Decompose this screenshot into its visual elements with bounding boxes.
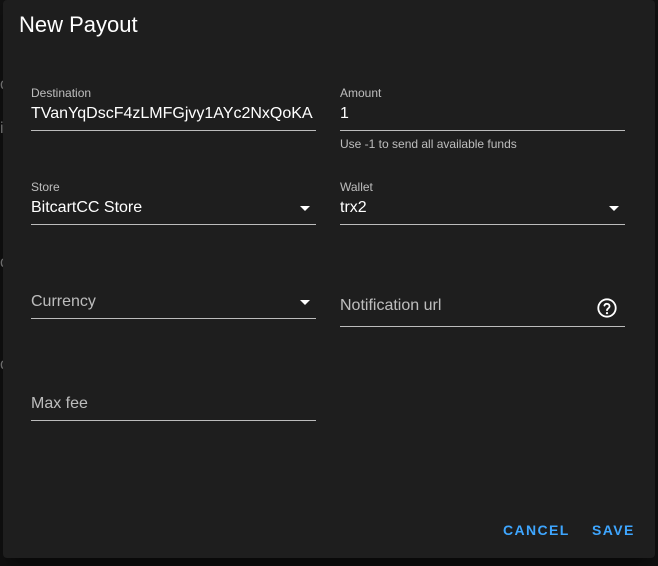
currency-placeholder: Currency [31, 293, 96, 310]
wallet-label: Wallet [340, 180, 373, 194]
amount-label: Amount [340, 86, 382, 100]
amount-helper-text: Use -1 to send all available funds [340, 137, 517, 151]
wallet-value: trx2 [340, 199, 367, 216]
notification-url-field[interactable]: Notification url [340, 292, 625, 328]
max-fee-input[interactable]: Max fee [31, 395, 88, 413]
store-underline [31, 224, 316, 225]
amount-input[interactable]: 1 [340, 105, 622, 123]
help-circle-icon[interactable] [596, 297, 618, 319]
max-fee-underline [31, 420, 316, 421]
new-payout-dialog: New Payout Destination TVanYqDscF4zLMFGj… [3, 0, 655, 558]
chevron-down-icon [300, 300, 310, 305]
amount-underline [340, 130, 625, 131]
notification-url-underline [340, 326, 625, 327]
cancel-button[interactable]: CANCEL [495, 516, 578, 544]
destination-field[interactable]: Destination TVanYqDscF4zLMFGjvy1AYc2NxQo… [31, 86, 316, 132]
destination-label: Destination [31, 86, 92, 100]
store-label: Store [31, 180, 60, 194]
save-button[interactable]: SAVE [584, 516, 643, 544]
store-select[interactable]: Store BitcartCC Store [31, 180, 316, 226]
max-fee-field[interactable]: Max fee [31, 392, 316, 422]
wallet-underline [340, 224, 625, 225]
currency-select[interactable]: Currency [31, 290, 316, 320]
store-value: BitcartCC Store [31, 199, 143, 216]
dialog-title: New Payout [19, 12, 138, 37]
destination-underline [31, 130, 316, 131]
amount-field[interactable]: Amount 1 Use -1 to send all available fu… [340, 86, 625, 156]
chevron-down-icon [609, 206, 619, 211]
wallet-select[interactable]: Wallet trx2 [340, 180, 625, 226]
currency-underline [31, 318, 316, 319]
destination-input[interactable]: TVanYqDscF4zLMFGjvy1AYc2NxQoKAAFbD [31, 105, 313, 123]
chevron-down-icon [300, 206, 310, 211]
notification-url-input[interactable]: Notification url [340, 297, 441, 315]
